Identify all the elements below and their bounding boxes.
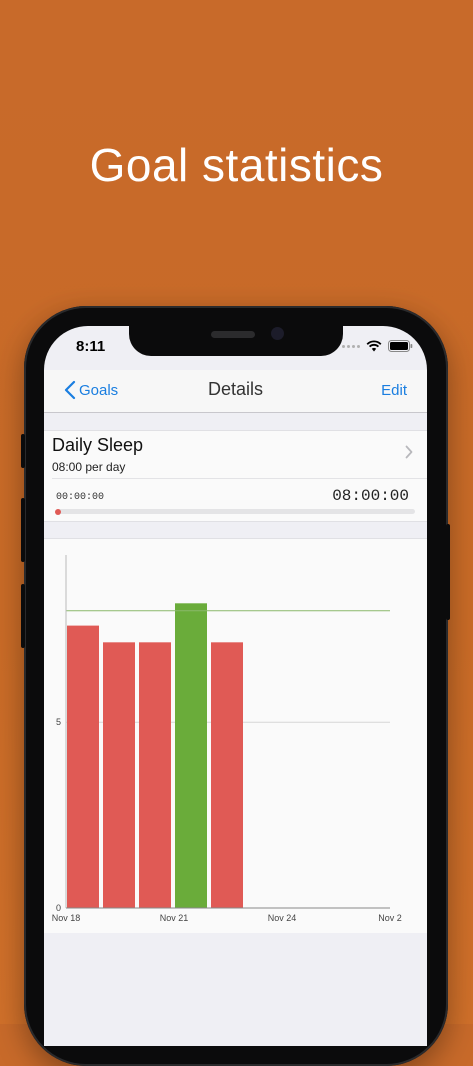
x-tick-label-1: Nov 21: [160, 913, 189, 923]
x-tick-label-2: Nov 24: [268, 913, 297, 923]
status-time: 8:11: [76, 338, 106, 355]
x-tick-label-0: Nov 18: [52, 913, 81, 923]
navigation-bar: Goals Details Edit: [44, 370, 427, 413]
page-title: Details: [207, 379, 264, 399]
chevron-right-icon: [405, 445, 413, 459]
bar-1: [103, 642, 135, 908]
sleep-chart: 0 5 Nov 18 Nov 21 Nov 24 Nov 2: [44, 538, 427, 933]
bar-0: [67, 625, 99, 908]
phone-screen: 8:11 Goals Details Edit Daily Sleep 08:0…: [44, 326, 427, 1046]
phone-power-button: [446, 524, 450, 620]
goal-row[interactable]: Daily Sleep 08:00 per day 00:00:00 08:00…: [44, 430, 427, 522]
x-tick-label-3: Nov 2: [378, 913, 402, 923]
wifi-icon: [366, 340, 382, 352]
battery-icon: [388, 340, 413, 352]
divider: [52, 478, 427, 479]
progress-target-time: 08:00:00: [332, 487, 409, 505]
bar-2: [139, 642, 171, 908]
front-camera: [271, 327, 284, 340]
notch: [129, 326, 343, 356]
speaker: [211, 331, 255, 338]
bar-4: [211, 642, 243, 908]
progress-current-time: 00:00:00: [56, 492, 105, 503]
progress-indicator-dot: [55, 508, 61, 515]
phone-side-button: [21, 434, 25, 468]
y-tick-label-0: 0: [56, 903, 61, 913]
y-tick-label-1: 5: [56, 717, 61, 727]
phone-volume-down-button: [21, 584, 25, 648]
progress-bar: [55, 508, 415, 515]
bar-chart: 0 5 Nov 18 Nov 21 Nov 24 Nov 2: [52, 555, 402, 923]
signal-icon: [342, 344, 360, 348]
bar-3: [175, 603, 207, 908]
goal-target: 08:00 per day: [52, 460, 126, 474]
status-indicators: [342, 340, 413, 352]
headline: Goal statistics: [89, 139, 384, 191]
edit-button[interactable]: Edit: [381, 382, 407, 399]
phone-volume-up-button: [21, 498, 25, 562]
goal-name: Daily Sleep: [52, 435, 144, 455]
